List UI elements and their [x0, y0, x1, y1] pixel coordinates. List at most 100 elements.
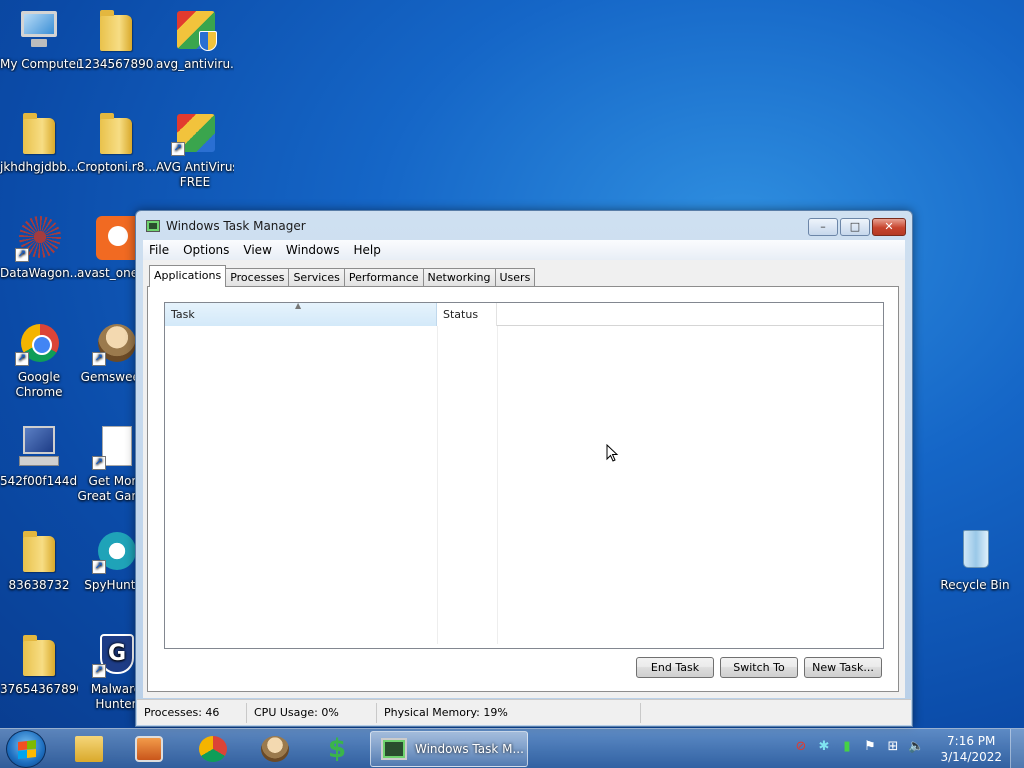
system-tray: ⊘ ✱ ▮ ⚑ ⊞ 🔈	[786, 739, 925, 755]
taskbar-task-manager[interactable]: Windows Task M...	[370, 731, 528, 767]
taskbar-button-label: Windows Task M...	[415, 742, 524, 756]
column-header-task[interactable]: ▲ Task	[165, 301, 437, 326]
desktop-icon-datawagon[interactable]: ↗ DataWagon...	[0, 214, 78, 281]
task-list[interactable]: ▲ Task Status	[164, 301, 884, 649]
spyhunter-icon: ↗	[92, 526, 140, 574]
switch-to-button[interactable]: Switch To	[720, 657, 798, 678]
status-empty-cell	[641, 703, 911, 723]
avast-icon	[92, 214, 140, 262]
menu-view[interactable]: View	[243, 243, 271, 257]
folder-icon	[92, 108, 140, 156]
desktop-icon-label-line2: Chrome	[15, 385, 63, 399]
tab-users[interactable]: Users	[494, 268, 536, 287]
show-desktop-button[interactable]	[1010, 729, 1024, 768]
start-button[interactable]	[6, 730, 46, 768]
explorer-icon	[75, 736, 103, 762]
status-physical-memory: Physical Memory: 19%	[377, 702, 641, 723]
desktop-icon-label: My Computer	[0, 57, 78, 71]
menu-windows[interactable]: Windows	[286, 243, 340, 257]
list-header: ▲ Task Status	[165, 301, 883, 326]
action-center-icon[interactable]: ⚑	[862, 739, 878, 755]
gemsweeper-icon	[261, 736, 289, 762]
desktop-icon-my-computer[interactable]: My Computer	[0, 5, 78, 72]
status-processes: Processes: 46	[137, 702, 247, 723]
document-icon: ↗	[92, 422, 140, 470]
menu-file[interactable]: File	[149, 243, 169, 257]
column-header-task-label: Task	[171, 308, 195, 321]
avg-icon: ↗	[171, 108, 219, 156]
setup-computer-icon	[15, 422, 63, 470]
folder-icon	[92, 5, 140, 53]
task-manager-icon	[146, 220, 160, 232]
chrome-icon: ↗	[15, 318, 63, 366]
desktop-icon-google-chrome[interactable]: ↗ Google Chrome	[0, 318, 78, 400]
desktop-icon-folder-croptoni[interactable]: Croptoni.r8...	[77, 108, 155, 175]
desktop-icon-label: 83638732	[8, 578, 70, 592]
desktop-icon-label: 542f00f144d...	[0, 474, 78, 488]
folder-icon	[15, 630, 63, 678]
taskbar-gemsweeper[interactable]	[248, 732, 302, 766]
shortcut-arrow-icon: ↗	[15, 248, 29, 262]
volume-icon[interactable]: 🔈	[908, 739, 924, 755]
end-task-button[interactable]: End Task	[636, 657, 714, 678]
mouse-cursor-icon	[606, 444, 619, 462]
taskbar-media-player[interactable]	[122, 732, 176, 766]
menu-options[interactable]: Options	[183, 243, 229, 257]
desktop-icon-label: jkhdhgjdbb...	[0, 160, 78, 174]
new-task-button[interactable]: New Task...	[804, 657, 882, 678]
desktop-icon-folder-jkhdhgjdbb[interactable]: jkhdhgjdbb...	[0, 108, 78, 175]
close-button[interactable]: ✕	[872, 218, 906, 236]
taskbar-explorer[interactable]	[62, 732, 116, 766]
windows-logo-icon	[18, 740, 36, 759]
datawagon-icon: ↗	[15, 214, 63, 262]
column-header-status-label: Status	[443, 308, 479, 321]
folder-icon	[15, 108, 63, 156]
tab-strip: Applications Processes Services Performa…	[149, 265, 536, 287]
tab-applications[interactable]: Applications	[149, 265, 227, 287]
task-manager-window: Windows Task Manager – □ ✕ File Options …	[135, 210, 913, 727]
taskbar-dollar-app[interactable]: $	[310, 732, 364, 766]
desktop-icon-label: 37654367890	[0, 682, 78, 696]
clock-date: 3/14/2022	[940, 750, 1002, 764]
tab-networking[interactable]: Networking	[422, 268, 496, 287]
taskmgr-tray-icon[interactable]: ▮	[839, 739, 855, 755]
desktop-icon-avg-antivirus-free[interactable]: ↗ AVG AntiVirus FREE	[156, 108, 234, 190]
folder-icon	[15, 526, 63, 574]
desktop-icon-folder-37654367890[interactable]: 37654367890	[0, 630, 78, 697]
menu-help[interactable]: Help	[353, 243, 380, 257]
tab-services[interactable]: Services	[288, 268, 345, 287]
clock[interactable]: 7:16 PM 3/14/2022	[940, 733, 1002, 765]
client-area: Applications Processes Services Performa…	[143, 260, 905, 698]
tab-performance[interactable]: Performance	[343, 268, 424, 287]
desktop-icon-542f00f144d[interactable]: 542f00f144d...	[0, 422, 78, 489]
shortcut-arrow-icon: ↗	[171, 142, 185, 156]
shortcut-arrow-icon: ↗	[92, 456, 106, 470]
menu-bar: File Options View Windows Help	[143, 240, 905, 260]
desktop-icon-recycle-bin[interactable]: Recycle Bin	[936, 526, 1014, 593]
column-header-filler	[497, 303, 883, 326]
desktop-icon-avg-antivirus-installer[interactable]: avg_antiviru...	[156, 5, 234, 72]
column-divider	[497, 326, 498, 644]
tab-processes[interactable]: Processes	[225, 268, 290, 287]
column-header-status[interactable]: Status	[437, 303, 497, 326]
status-cpu-usage: CPU Usage: 0%	[247, 702, 377, 723]
sort-ascending-icon: ▲	[295, 301, 302, 310]
title-bar[interactable]: Windows Task Manager – □ ✕	[136, 211, 912, 241]
clock-time: 7:16 PM	[947, 734, 996, 748]
taskbar: $ Windows Task M... ⊘ ✱ ▮ ⚑ ⊞ 🔈 7:16 PM …	[0, 728, 1024, 768]
recycle-bin-icon	[951, 526, 999, 574]
caption-buttons: – □ ✕	[806, 218, 906, 236]
desktop-icon-folder-1234567890[interactable]: 1234567890...	[77, 5, 155, 72]
taskbar-chrome[interactable]	[186, 732, 240, 766]
desktop-icon-label: 1234567890...	[77, 57, 155, 71]
desktop-icon-folder-83638732[interactable]: 83638732	[0, 526, 78, 593]
network-icon[interactable]: ⊞	[885, 739, 901, 755]
security-alert-icon[interactable]: ⊘	[793, 739, 809, 755]
minimize-button[interactable]: –	[808, 218, 838, 236]
shortcut-arrow-icon: ↗	[92, 664, 106, 678]
desktop-icon-label: AVG AntiVirus	[156, 160, 234, 174]
spyhunter-tray-icon[interactable]: ✱	[816, 739, 832, 755]
desktop-icon-label: avg_antiviru...	[156, 57, 234, 71]
maximize-button[interactable]: □	[840, 218, 870, 236]
avg-installer-icon	[171, 5, 219, 53]
